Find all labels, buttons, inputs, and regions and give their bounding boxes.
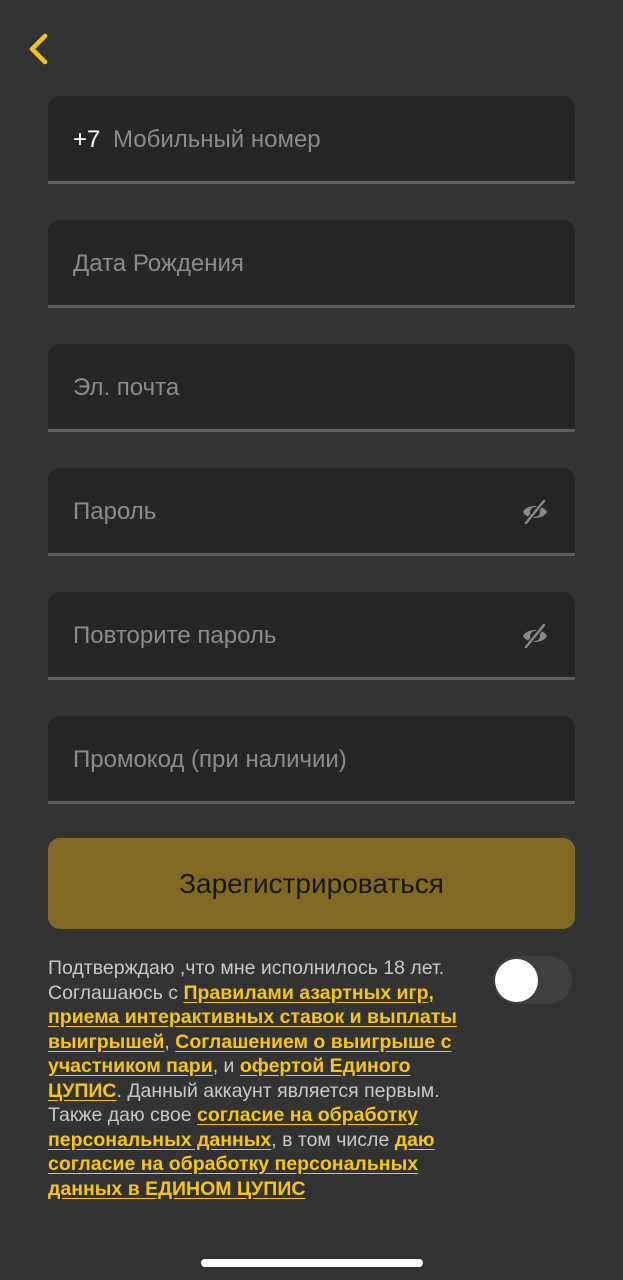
eye-off-icon[interactable] [521,622,549,650]
birthdate-input[interactable] [73,220,513,308]
email-field[interactable] [48,344,575,432]
phone-input[interactable] [113,96,513,184]
consent-text-part: , и [212,1055,240,1077]
promo-code-input[interactable] [73,716,513,804]
back-button[interactable] [22,30,56,70]
repeat-password-input[interactable] [73,592,513,680]
password-field[interactable] [48,468,575,556]
chevron-left-icon [29,33,48,65]
register-button[interactable]: Зарегистрироваться [48,838,575,929]
home-indicator [201,1259,423,1267]
toggle-knob [495,959,538,1002]
phone-field[interactable]: +7 [48,96,575,184]
consent-text-part: , [164,1030,176,1053]
repeat-password-field[interactable] [48,592,575,680]
eye-off-icon[interactable] [521,498,549,526]
consent-text-part: , в том числе [271,1128,395,1151]
email-input[interactable] [73,344,513,432]
promo-code-field[interactable] [48,716,575,804]
password-input[interactable] [73,468,513,556]
consent-toggle[interactable] [493,956,572,1004]
birthdate-field[interactable] [48,220,575,308]
phone-prefix: +7 [73,126,101,153]
consent-text: Подтверждаю ,что мне исполнилось 18 лет.… [48,956,488,1201]
